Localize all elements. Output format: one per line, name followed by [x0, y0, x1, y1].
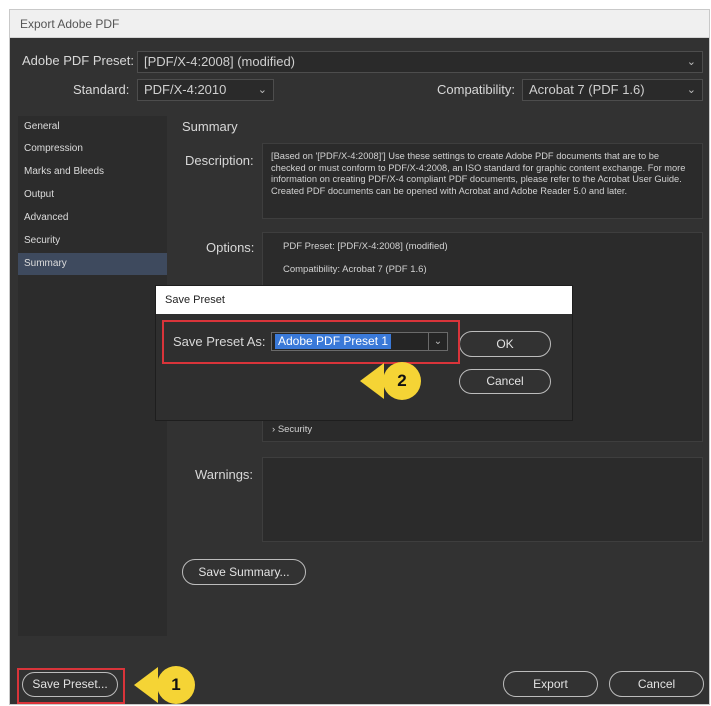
sidebar-item-summary[interactable]: Summary — [18, 253, 167, 275]
compatibility-label: Compatibility: — [437, 82, 516, 97]
export-button[interactable]: Export — [503, 671, 598, 697]
callout-2-label: 2 — [397, 371, 407, 390]
chevron-right-icon: › — [272, 424, 276, 435]
sidebar-item-compression[interactable]: Compression — [18, 138, 167, 160]
warnings-box — [262, 457, 703, 542]
standard-value: PDF/X-4:2010 — [144, 82, 227, 97]
warnings-label: Warnings: — [195, 467, 254, 482]
sidebar-item-marks-and-bleeds[interactable]: Marks and Bleeds — [18, 161, 167, 183]
compatibility-dropdown[interactable]: Acrobat 7 (PDF 1.6) ⌄ — [522, 79, 703, 101]
sidebar-item-general[interactable]: General — [18, 116, 167, 138]
sidebar-item-advanced[interactable]: Advanced — [18, 207, 167, 229]
callout-1-label: 1 — [171, 675, 181, 694]
options-label: Options: — [206, 240, 255, 255]
highlight-save-preset-field — [162, 320, 460, 364]
summary-title: Summary — [182, 119, 238, 134]
chevron-down-icon: ⌄ — [257, 84, 267, 96]
description-text: [Based on '[PDF/X-4:2008]'] Use these se… — [262, 143, 703, 219]
sidebar: General Compression Marks and Bleeds Out… — [18, 116, 167, 636]
sidebar-item-security[interactable]: Security — [18, 230, 167, 252]
chevron-down-icon: ⌄ — [686, 84, 696, 96]
dialog-cancel-button[interactable]: Cancel — [459, 369, 551, 394]
window-title: Export Adobe PDF — [10, 10, 709, 38]
ok-button[interactable]: OK — [459, 331, 551, 357]
option-item: PDF Preset: [PDF/X-4:2008] (modified) — [283, 241, 448, 252]
preset-dropdown[interactable]: [PDF/X-4:2008] (modified) ⌄ — [137, 51, 703, 73]
cancel-button[interactable]: Cancel — [609, 671, 704, 697]
compatibility-value: Acrobat 7 (PDF 1.6) — [529, 82, 645, 97]
save-preset-dialog-title: Save Preset — [156, 286, 572, 314]
standard-dropdown[interactable]: PDF/X-4:2010 ⌄ — [137, 79, 274, 101]
option-security-label: Security — [277, 424, 313, 435]
preset-value: [PDF/X-4:2008] (modified) — [144, 54, 296, 69]
save-summary-button[interactable]: Save Summary... — [182, 559, 306, 585]
option-item-security[interactable]: › Security — [272, 424, 312, 435]
option-item: Compatibility: Acrobat 7 (PDF 1.6) — [283, 264, 427, 275]
chevron-down-icon: ⌄ — [686, 56, 696, 68]
standard-label: Standard: — [73, 82, 130, 97]
sidebar-item-output[interactable]: Output — [18, 184, 167, 206]
highlight-save-preset-button — [17, 668, 125, 704]
preset-label: Adobe PDF Preset: — [22, 53, 134, 68]
description-label: Description: — [185, 153, 254, 168]
